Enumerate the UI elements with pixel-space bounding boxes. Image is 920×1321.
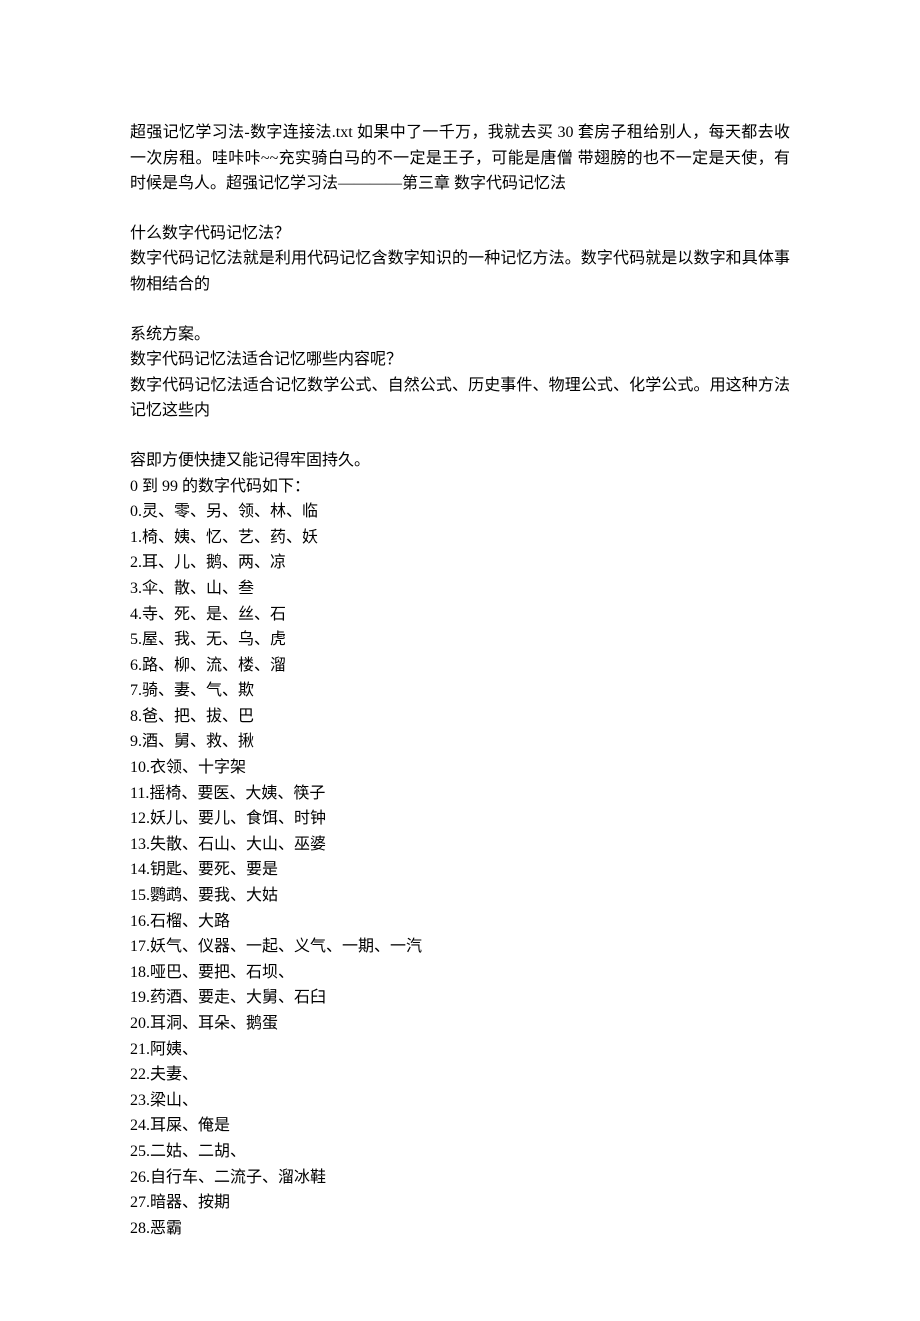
code-line: 3.伞、散、山、叁: [130, 576, 790, 602]
block3-line1: 系统方案。: [130, 322, 790, 348]
code-line: 1.椅、姨、忆、艺、药、妖: [130, 525, 790, 551]
code-line: 28.恶霸: [130, 1216, 790, 1242]
code-line: 23.梁山、: [130, 1088, 790, 1114]
code-line: 7.骑、妻、气、欺: [130, 678, 790, 704]
code-line: 14.钥匙、要死、要是: [130, 857, 790, 883]
code-line: 17.妖气、仪器、一起、义气、一期、一汽: [130, 934, 790, 960]
code-line: 22.夫妻、: [130, 1062, 790, 1088]
code-line: 26.自行车、二流子、溜冰鞋: [130, 1165, 790, 1191]
code-line: 25.二姑、二胡、: [130, 1139, 790, 1165]
gap: [130, 298, 790, 322]
code-line: 19.药酒、要走、大舅、石臼: [130, 985, 790, 1011]
block3-line3: 数字代码记忆法适合记忆数学公式、自然公式、历史事件、物理公式、化学公式。用这种方…: [130, 373, 790, 424]
block4-line1: 容即方便快捷又能记得牢固持久。: [130, 448, 790, 474]
intro-paragraph: 超强记忆学习法-数字连接法.txt 如果中了一千万，我就去买 30 套房子租给别…: [130, 120, 790, 197]
code-line: 15.鹦鹉、要我、大姑: [130, 883, 790, 909]
gap: [130, 197, 790, 221]
code-line: 6.路、柳、流、楼、溜: [130, 653, 790, 679]
code-line: 5.屋、我、无、乌、虎: [130, 627, 790, 653]
block3-line2: 数字代码记忆法适合记忆哪些内容呢？: [130, 347, 790, 373]
code-line: 18.哑巴、要把、石坝、: [130, 960, 790, 986]
code-line: 12.妖儿、要儿、食饵、时钟: [130, 806, 790, 832]
code-line: 2.耳、儿、鹅、两、凉: [130, 550, 790, 576]
code-line: 24.耳屎、俺是: [130, 1113, 790, 1139]
code-line: 10.衣领、十字架: [130, 755, 790, 781]
code-line: 16.石榴、大路: [130, 909, 790, 935]
code-line: 20.耳洞、耳朵、鹅蛋: [130, 1011, 790, 1037]
block2-line1: 什么数字代码记忆法？: [130, 221, 790, 247]
code-line: 13.失散、石山、大山、巫婆: [130, 832, 790, 858]
code-line: 9.酒、舅、救、揪: [130, 729, 790, 755]
code-line: 0.灵、零、另、领、林、临: [130, 499, 790, 525]
block4-line2: 0 到 99 的数字代码如下：: [130, 474, 790, 500]
block2-line2: 数字代码记忆法就是利用代码记忆含数字知识的一种记忆方法。数字代码就是以数字和具体…: [130, 246, 790, 297]
gap: [130, 424, 790, 448]
code-line: 8.爸、把、拔、巴: [130, 704, 790, 730]
code-line: 4.寺、死、是、丝、石: [130, 602, 790, 628]
code-line: 21.阿姨、: [130, 1037, 790, 1063]
codes-list: 0.灵、零、另、领、林、临1.椅、姨、忆、艺、药、妖2.耳、儿、鹅、两、凉3.伞…: [130, 499, 790, 1241]
code-line: 27.暗器、按期: [130, 1190, 790, 1216]
code-line: 11.摇椅、要医、大姨、筷子: [130, 781, 790, 807]
